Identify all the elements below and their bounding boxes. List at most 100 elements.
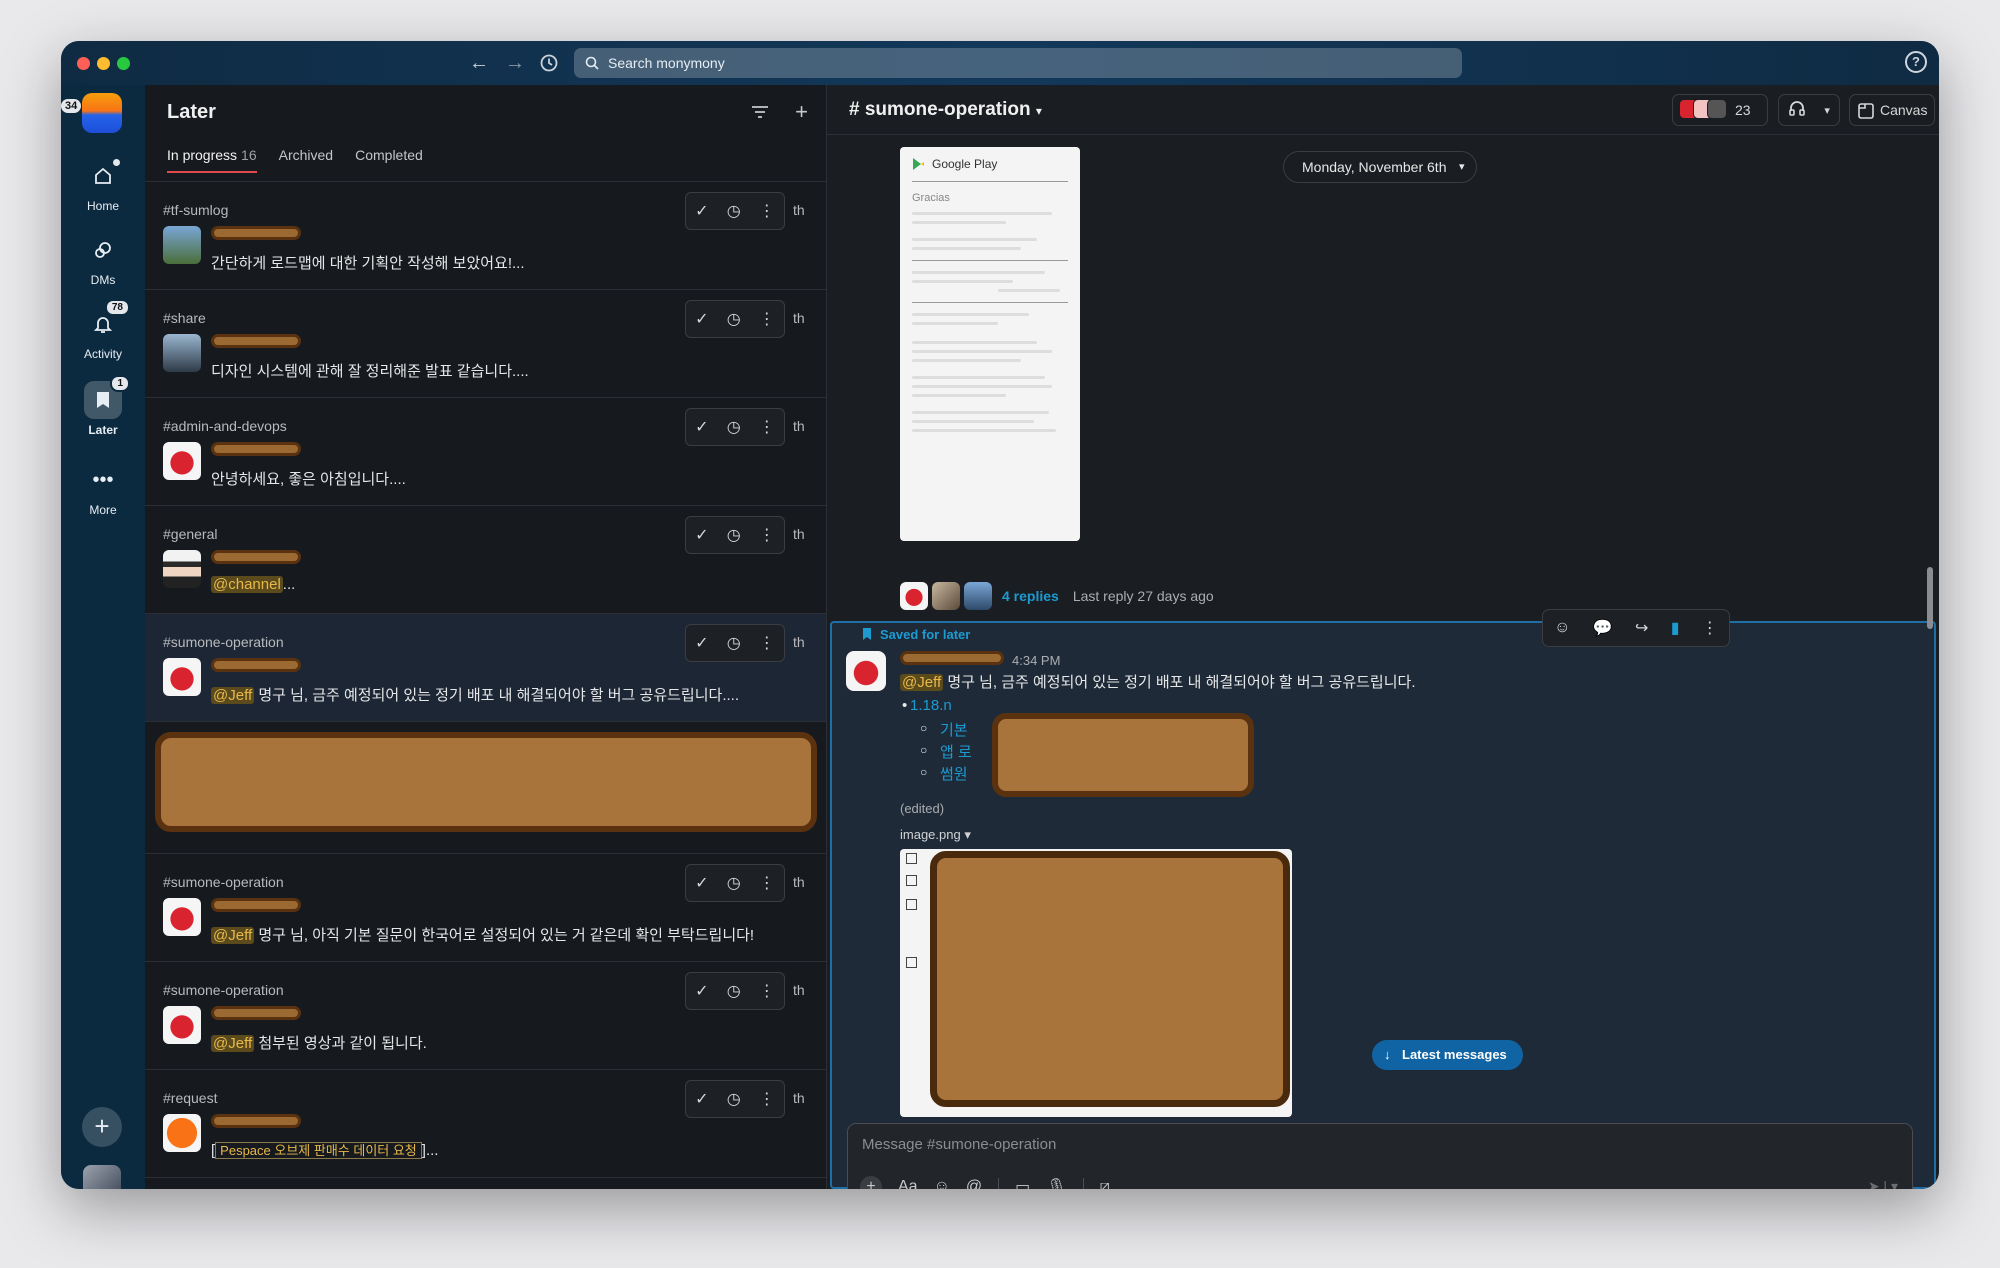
- bullet-version[interactable]: 1.18.n: [902, 697, 952, 714]
- channel-title[interactable]: # sumone-operation ▾: [849, 99, 1042, 121]
- add-workspace-button[interactable]: +: [82, 1107, 122, 1147]
- send-icon[interactable]: ➤ | ▾: [1868, 1178, 1898, 1189]
- list-item-selected[interactable]: #sumone-operation @Jeff 명구 님, 금주 예정되어 있는…: [145, 614, 826, 722]
- add-reaction-icon[interactable]: ☺: [1554, 619, 1570, 637]
- video-icon[interactable]: ▭: [1015, 1177, 1030, 1189]
- forward-arrow-icon[interactable]: →: [502, 50, 528, 76]
- checkmark-icon[interactable]: ✓: [695, 309, 708, 329]
- checkmark-icon[interactable]: ✓: [695, 633, 708, 653]
- replies-link[interactable]: 4 replies: [1002, 588, 1059, 604]
- more-vertical-icon[interactable]: ⋮: [759, 417, 775, 437]
- huddle-button[interactable]: ▾: [1778, 94, 1840, 126]
- more-vertical-icon[interactable]: ⋮: [759, 525, 775, 545]
- request-tag: Pespace 오브제 판매수 데이터 요청: [215, 1142, 422, 1159]
- tab-archived[interactable]: Archived: [279, 147, 333, 173]
- sub-bullet[interactable]: 썸원: [920, 763, 967, 784]
- more-vertical-icon[interactable]: ⋮: [759, 201, 775, 221]
- rail-item-home[interactable]: Home: [61, 157, 145, 213]
- clock-icon[interactable]: ◷: [727, 1089, 741, 1109]
- list-item[interactable]: #share 디자인 시스템에 관해 잘 정리해준 발표 같습니다.... ✓ …: [145, 290, 826, 398]
- minimize-window-button[interactable]: [97, 57, 110, 70]
- rail-item-activity[interactable]: 78 Activity: [61, 299, 145, 361]
- latest-messages-button[interactable]: Latest messages: [1372, 1040, 1523, 1070]
- reply-thread-icon[interactable]: 💬: [1593, 618, 1613, 638]
- clock-icon[interactable]: ◷: [727, 309, 741, 329]
- canvas-button[interactable]: Canvas: [1849, 94, 1935, 126]
- microphone-icon[interactable]: 🎙: [1046, 1177, 1066, 1189]
- back-arrow-icon[interactable]: ←: [466, 50, 492, 76]
- image-filename[interactable]: image.png ▾: [900, 827, 971, 843]
- checkmark-icon[interactable]: ✓: [695, 981, 708, 1001]
- share-forward-icon[interactable]: ↪: [1635, 618, 1648, 638]
- item-channel: #sumone-operation: [163, 982, 284, 998]
- history-clock-icon[interactable]: [536, 50, 562, 76]
- sub-bullet[interactable]: 기본: [920, 719, 967, 740]
- scrollbar[interactable]: [1927, 567, 1933, 629]
- more-vertical-icon[interactable]: ⋮: [759, 981, 775, 1001]
- avatar[interactable]: [846, 651, 886, 691]
- item-th: th: [793, 982, 805, 998]
- formatting-icon[interactable]: Aa: [898, 1178, 918, 1189]
- clock-icon[interactable]: ◷: [727, 525, 741, 545]
- message-time[interactable]: 4:34 PM: [1012, 653, 1060, 668]
- clock-icon[interactable]: ◷: [727, 873, 741, 893]
- zoom-window-button[interactable]: [117, 57, 130, 70]
- clock-icon[interactable]: ◷: [727, 417, 741, 437]
- mention-channel[interactable]: @channel: [211, 576, 283, 593]
- rail-item-later[interactable]: 1 Later: [61, 375, 145, 437]
- list-item-redacted[interactable]: [145, 722, 826, 854]
- filter-icon[interactable]: [751, 99, 769, 125]
- rail-item-more[interactable]: ••• More: [61, 461, 145, 518]
- list-item[interactable]: #request [Pespace 오브제 판매수 데이터 요청]... ✓ ◷…: [145, 1070, 826, 1178]
- clock-icon[interactable]: ◷: [727, 981, 741, 1001]
- emoji-icon[interactable]: ☺: [934, 1178, 950, 1189]
- message-composer[interactable]: Message #sumone-operation + Aa ☺ @ ▭ 🎙 ⧄…: [847, 1123, 1913, 1189]
- more-vertical-icon[interactable]: ⋮: [759, 1089, 775, 1109]
- tab-in-progress[interactable]: In progress 16: [167, 147, 257, 173]
- tab-completed[interactable]: Completed: [355, 147, 423, 173]
- checkmark-icon[interactable]: ✓: [695, 873, 708, 893]
- list-item[interactable]: #tf-sumlog 간단하게 로드맵에 대한 기획안 작성해 보았어요!...…: [145, 182, 826, 290]
- receipt-greeting: Gracias: [912, 192, 950, 204]
- more-vertical-icon[interactable]: ⋮: [759, 633, 775, 653]
- slash-command-icon[interactable]: ⧄: [1100, 1178, 1110, 1189]
- more-vertical-icon[interactable]: ⋮: [759, 309, 775, 329]
- list-item[interactable]: #general @channel... ✓ ◷ ⋮ th: [145, 506, 826, 614]
- checkmark-icon[interactable]: ✓: [695, 525, 708, 545]
- members-button[interactable]: 23: [1672, 94, 1768, 126]
- clock-icon[interactable]: ◷: [727, 633, 741, 653]
- rail-label-later: Later: [88, 423, 118, 437]
- mention-jeff[interactable]: @Jeff: [900, 674, 944, 691]
- search-input[interactable]: Search monymony: [574, 48, 1462, 78]
- mention-jeff[interactable]: @Jeff: [211, 927, 255, 944]
- workspace-logo[interactable]: [82, 93, 122, 133]
- checkmark-icon[interactable]: ✓: [695, 417, 708, 437]
- help-icon[interactable]: ?: [1905, 51, 1927, 73]
- add-icon[interactable]: +: [795, 99, 808, 125]
- checkmark-icon[interactable]: ✓: [695, 1089, 708, 1109]
- sub-bullet[interactable]: 앱 로: [920, 741, 972, 762]
- list-item[interactable]: #sumone-operation @Jeff 첨부된 영상과 같이 됩니다. …: [145, 962, 826, 1070]
- mention-jeff[interactable]: @Jeff: [211, 687, 255, 704]
- bookmark-icon[interactable]: ▮: [1671, 618, 1680, 638]
- thread-replies[interactable]: 4 replies Last reply 27 days ago: [900, 582, 1214, 610]
- checkmark-icon[interactable]: ✓: [695, 201, 708, 221]
- mention-jeff[interactable]: @Jeff: [211, 1035, 255, 1052]
- attach-plus-icon[interactable]: +: [860, 1176, 882, 1189]
- more-vertical-icon[interactable]: ⋮: [1702, 618, 1718, 638]
- redacted-name[interactable]: [900, 651, 1004, 665]
- saved-for-later-label: Saved for later: [863, 627, 970, 642]
- attached-image[interactable]: [900, 849, 1292, 1117]
- receipt-image[interactable]: Google Play Gracias: [900, 147, 1080, 541]
- user-avatar[interactable]: [83, 1165, 121, 1189]
- list-item[interactable]: #sumone-operation @Jeff 명구 님, 아직 기본 질문이 …: [145, 854, 826, 962]
- receipt-header-text: Google Play: [932, 157, 998, 171]
- item-channel: #sumone-operation: [163, 634, 284, 650]
- date-divider[interactable]: Monday, November 6th ▾: [1283, 151, 1478, 183]
- close-window-button[interactable]: [77, 57, 90, 70]
- clock-icon[interactable]: ◷: [727, 201, 741, 221]
- list-item[interactable]: #admin-and-devops 안녕하세요, 좋은 아침입니다.... ✓ …: [145, 398, 826, 506]
- more-vertical-icon[interactable]: ⋮: [759, 873, 775, 893]
- mention-at-icon[interactable]: @: [966, 1178, 982, 1189]
- rail-item-dms[interactable]: DMs: [61, 231, 145, 287]
